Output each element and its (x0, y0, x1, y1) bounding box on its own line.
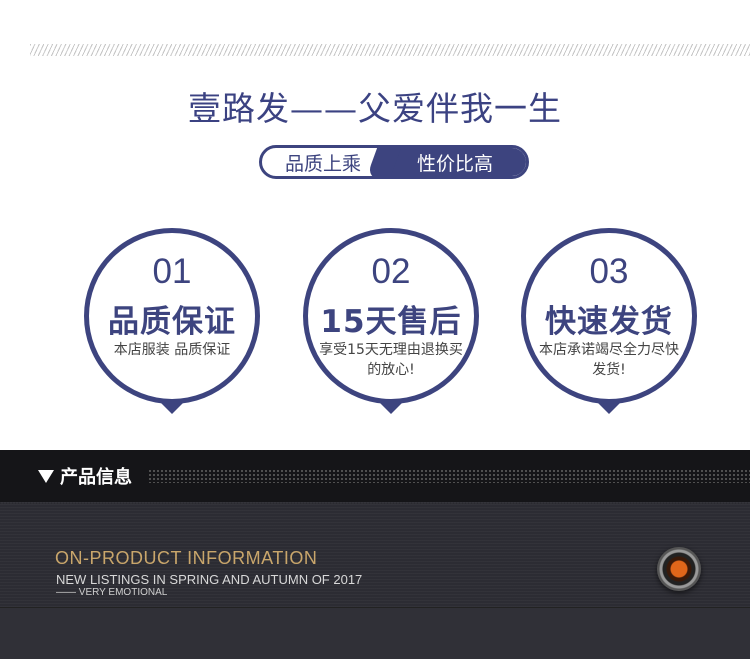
feature-description: 享受15天无理由退换买的放心! (319, 342, 463, 378)
feature-description: 本店承诺竭尽全力尽快发货! (539, 342, 679, 378)
section-header-bar: 产品信息 (0, 450, 750, 502)
tagline-pill: 品质上乘 性价比高 (259, 145, 529, 179)
feature-number: 01 (152, 252, 192, 291)
feature-fast-shipping: 03 快速发货 本店承诺竭尽全力尽快发货! (521, 228, 697, 414)
feature-number: 02 (371, 252, 411, 291)
feature-after-sales: 02 15天售后 享受15天无理由退换买的放心! (303, 228, 479, 414)
brand-title: 壹路发——父爱伴我一生 (188, 89, 562, 128)
feature-quality: 01 品质保证 本店服装 品质保证 (84, 228, 260, 414)
feature-number: 03 (589, 252, 629, 291)
info-title: ON-PRODUCT INFORMATION (55, 548, 318, 568)
bottom-strip (0, 608, 750, 659)
tagline-right: 性价比高 (384, 148, 526, 176)
decorative-stripe-rule (30, 44, 750, 56)
info-subtitle-secondary: —— VERY EMOTIONAL (56, 587, 168, 598)
feature-heading: 15天售后 (320, 304, 462, 340)
camera-lens-icon (657, 547, 701, 591)
info-subtitle: NEW LISTINGS IN SPRING AND AUTUMN OF 201… (56, 572, 363, 587)
feature-heading: 品质保证 (108, 304, 236, 340)
section-label: 产品信息 (60, 467, 132, 488)
tagline-right-text: 性价比高 (416, 152, 493, 175)
tagline-left: 品质上乘 (284, 152, 361, 175)
feature-heading: 快速发货 (545, 304, 673, 340)
feature-description: 本店服装 品质保证 (113, 342, 231, 358)
dotted-divider (148, 469, 750, 483)
triangle-down-icon (38, 469, 54, 483)
